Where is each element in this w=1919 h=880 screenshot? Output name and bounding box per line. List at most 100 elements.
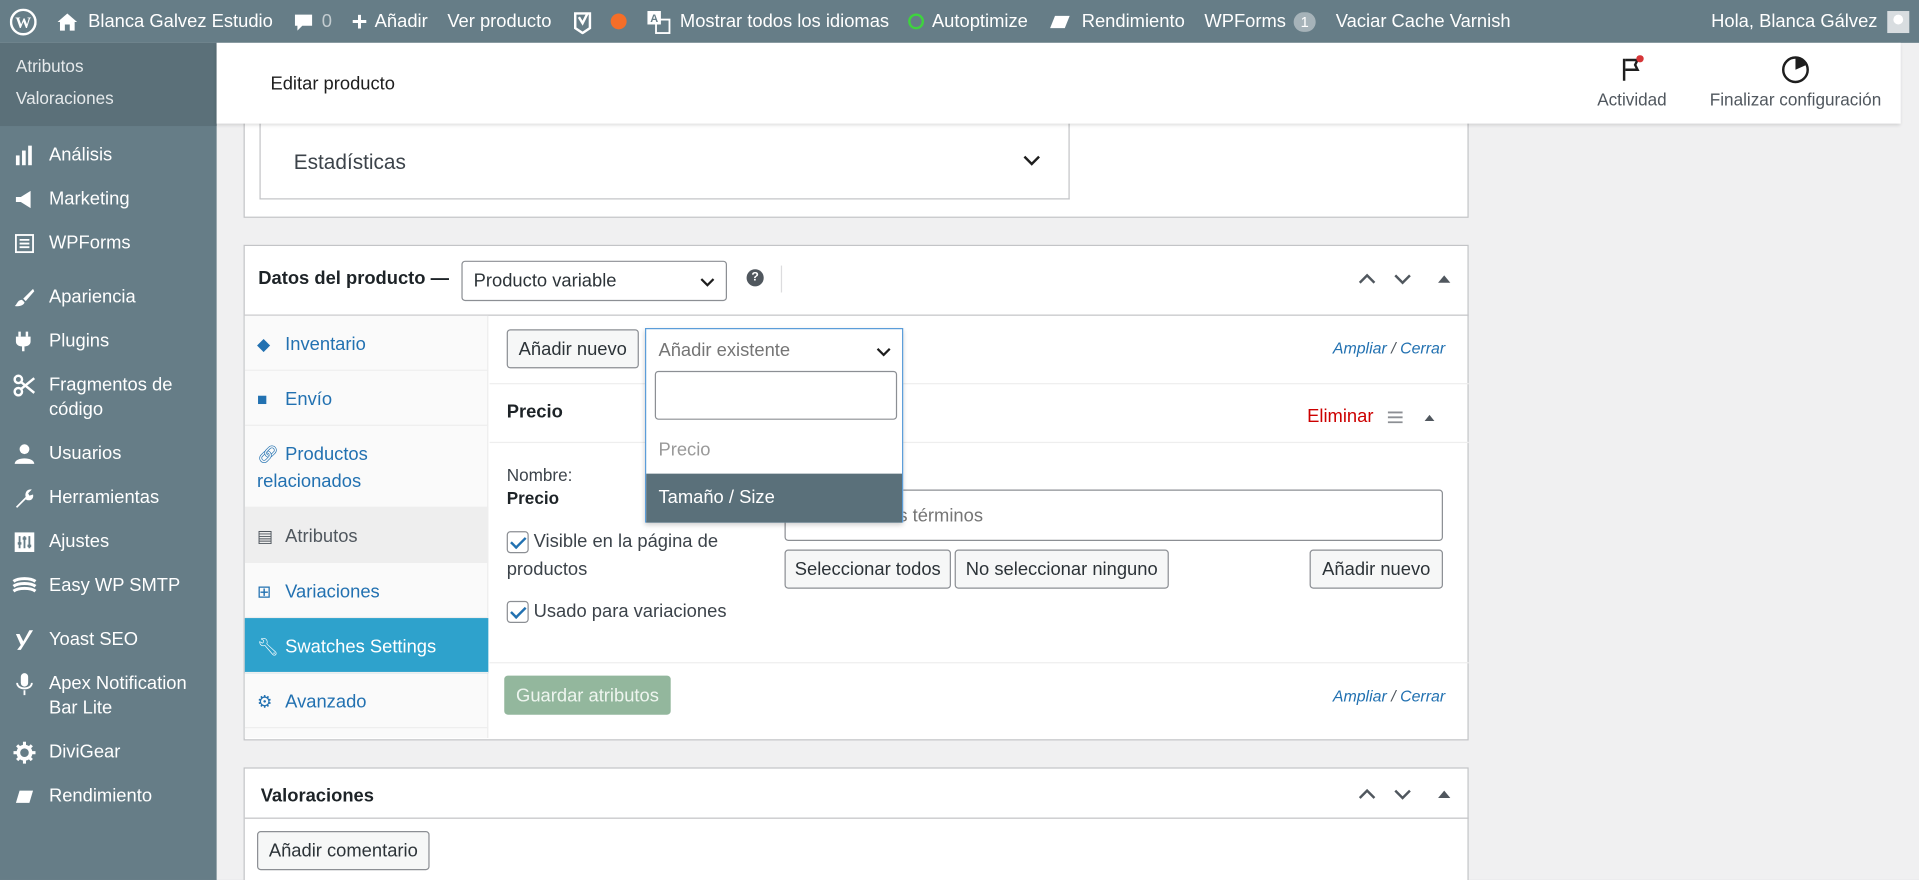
sidebar-item-settings[interactable]: Ajustes xyxy=(0,520,217,564)
tab-advanced[interactable]: ⚙ Avanzado xyxy=(244,673,489,729)
view-product-label: Ver producto xyxy=(447,11,552,32)
view-product-link[interactable]: Ver producto xyxy=(438,0,562,43)
add-existing-attribute-dropdown[interactable]: Añadir existente Precio Tamaño / Size xyxy=(644,328,904,523)
sidebar-item-divigear[interactable]: DiviGear xyxy=(0,731,217,775)
tab-attributes[interactable]: ▤ Atributos xyxy=(244,507,489,563)
attribute-name-heading[interactable]: Precio xyxy=(507,401,563,422)
link-icon: 🔗︎ xyxy=(257,444,279,464)
wpforms-menu[interactable]: WPForms 1 xyxy=(1195,0,1326,43)
svg-text:W: W xyxy=(15,15,31,32)
finish-setup-button[interactable]: Finalizar configuración xyxy=(1710,55,1881,109)
tab-variations[interactable]: ⊞ Variaciones xyxy=(244,563,489,619)
account-menu[interactable]: Hola, Blanca Gálvez xyxy=(1701,0,1919,43)
tab-inventory[interactable]: ◆ Inventario xyxy=(244,316,489,371)
add-new-attribute-button[interactable]: Añadir nuevo xyxy=(506,329,639,369)
site-name-link[interactable]: Blanca Galvez Estudio xyxy=(47,0,283,43)
used-for-variations-option[interactable]: Usado para variaciones xyxy=(506,600,727,624)
sidebar-item-label: Ajustes xyxy=(48,531,110,552)
product-data-title: Datos del producto — xyxy=(258,268,449,289)
drag-handle-icon[interactable] xyxy=(1387,409,1404,426)
sidebar-item-appearance[interactable]: Apariencia xyxy=(0,275,217,319)
divider xyxy=(489,441,1469,444)
comments-link[interactable]: 0 xyxy=(283,0,342,43)
sidebar-item-yoast-seo[interactable]: Yoast SEO xyxy=(0,618,217,662)
sidebar-item-performance[interactable]: Rendimiento xyxy=(0,775,217,819)
sidebar-item-label: Plugins xyxy=(48,330,110,352)
visible-checkbox[interactable] xyxy=(506,531,529,554)
variations-checkbox[interactable] xyxy=(506,600,529,624)
progress-circle-icon xyxy=(1782,56,1809,84)
tab-label: Avanzado xyxy=(285,691,367,713)
stats-label: Estadísticas xyxy=(293,150,406,174)
flag-icon xyxy=(1623,55,1645,81)
product-type-select[interactable]: Producto variable xyxy=(461,260,727,302)
tab-shipping[interactable]: ■ Envío xyxy=(244,371,489,426)
close-link[interactable]: Cerrar xyxy=(1400,339,1445,357)
collapse-toggle-icon[interactable] xyxy=(1422,409,1437,426)
brush-icon xyxy=(12,285,36,309)
varnish-link[interactable]: Vaciar Cache Varnish xyxy=(1326,0,1520,43)
dropdown-option-tamano-size[interactable]: Tamaño / Size xyxy=(646,473,903,523)
sidebar-item-code-snippets[interactable]: Fragmentos de código xyxy=(0,363,217,432)
sidebar-item-tools[interactable]: Herramientas xyxy=(0,476,217,520)
add-comment-button[interactable]: Añadir comentario xyxy=(257,831,430,871)
select-none-button[interactable]: No seleccionar ninguno xyxy=(954,549,1169,589)
wordpress-logo[interactable]: W xyxy=(0,0,47,43)
submenu-item-attributes[interactable]: Atributos xyxy=(0,50,217,82)
sidebar-item-marketing[interactable]: Marketing xyxy=(0,177,217,221)
performance-icon xyxy=(12,785,36,809)
reviews-title: Valoraciones xyxy=(260,785,374,807)
sidebar-item-label: Apariencia xyxy=(48,286,136,308)
remove-attribute-link[interactable]: Eliminar xyxy=(1307,406,1373,427)
microphone-icon xyxy=(12,672,36,696)
comments-count: 0 xyxy=(321,11,333,32)
activity-button[interactable]: Actividad xyxy=(1597,55,1667,109)
tab-swatches-settings[interactable]: 🔧︎ Swatches Settings xyxy=(244,618,489,674)
close-link[interactable]: Cerrar xyxy=(1400,687,1445,705)
performance-menu[interactable]: Rendimiento xyxy=(1038,0,1195,43)
collapse-toggle-icon[interactable] xyxy=(1436,268,1453,290)
sidebar-item-label: DiviGear xyxy=(48,741,121,763)
sidebar-item-easy-wp-smtp[interactable]: Easy WP SMTP xyxy=(0,564,217,608)
variations-label: Usado para variaciones xyxy=(533,600,727,622)
add-new-link[interactable]: + Añadir xyxy=(342,0,438,43)
save-attributes-button[interactable]: Guardar atributos xyxy=(504,675,671,715)
dropdown-search-input[interactable] xyxy=(654,370,898,420)
stats-accordion[interactable]: Estadísticas xyxy=(259,123,1070,200)
visible-on-product-page-option[interactable]: Visible en la página de productos xyxy=(506,528,752,584)
sidebar-item-analytics[interactable]: Análisis xyxy=(0,133,217,177)
move-up-icon[interactable] xyxy=(1356,783,1378,805)
sidebar-item-label: Marketing xyxy=(48,188,130,210)
select-all-button[interactable]: Seleccionar todos xyxy=(784,549,951,589)
yoast-menu[interactable] xyxy=(561,0,636,43)
chevron-down-icon xyxy=(876,348,891,357)
scissors-icon xyxy=(12,373,36,397)
name-value: Precio xyxy=(506,488,560,508)
yoast-icon xyxy=(12,628,36,652)
help-icon[interactable]: ? xyxy=(746,269,764,287)
add-new-term-button[interactable]: Añadir nuevo xyxy=(1309,549,1443,589)
tab-label: Inventario xyxy=(285,334,366,355)
submenu-item-reviews[interactable]: Valoraciones xyxy=(0,82,217,114)
sidebar-item-plugins[interactable]: Plugins xyxy=(0,319,217,363)
sidebar-item-users[interactable]: Usuarios xyxy=(0,432,217,476)
autoptimize-menu[interactable]: Autoptimize xyxy=(899,0,1038,43)
page-header: Editar producto Actividad Finalizar conf… xyxy=(216,42,1901,124)
sidebar-item-wpforms[interactable]: WPForms xyxy=(0,222,217,266)
wrench-icon: 🔧︎ xyxy=(257,636,279,657)
sidebar-item-label: Herramientas xyxy=(48,487,160,508)
move-down-icon[interactable] xyxy=(1392,783,1414,805)
sidebar-item-label: Easy WP SMTP xyxy=(48,575,181,597)
seo-status-dot xyxy=(610,13,627,30)
languages-menu[interactable]: A Mostrar todos los idiomas xyxy=(636,0,899,43)
move-up-icon[interactable] xyxy=(1356,268,1378,290)
product-data-header: Datos del producto — Producto variable ? xyxy=(244,246,1469,316)
tab-linked-products[interactable]: 🔗︎ Productos relacionados xyxy=(244,426,489,508)
expand-link[interactable]: Ampliar xyxy=(1333,339,1387,357)
sidebar-item-label: Análisis xyxy=(48,144,113,166)
move-down-icon[interactable] xyxy=(1392,268,1414,290)
translate-icon: A xyxy=(646,10,670,34)
sidebar-item-apex-notification-bar[interactable]: Apex Notification Bar Lite xyxy=(0,662,217,731)
expand-link[interactable]: Ampliar xyxy=(1333,687,1387,705)
collapse-toggle-icon[interactable] xyxy=(1436,783,1453,805)
